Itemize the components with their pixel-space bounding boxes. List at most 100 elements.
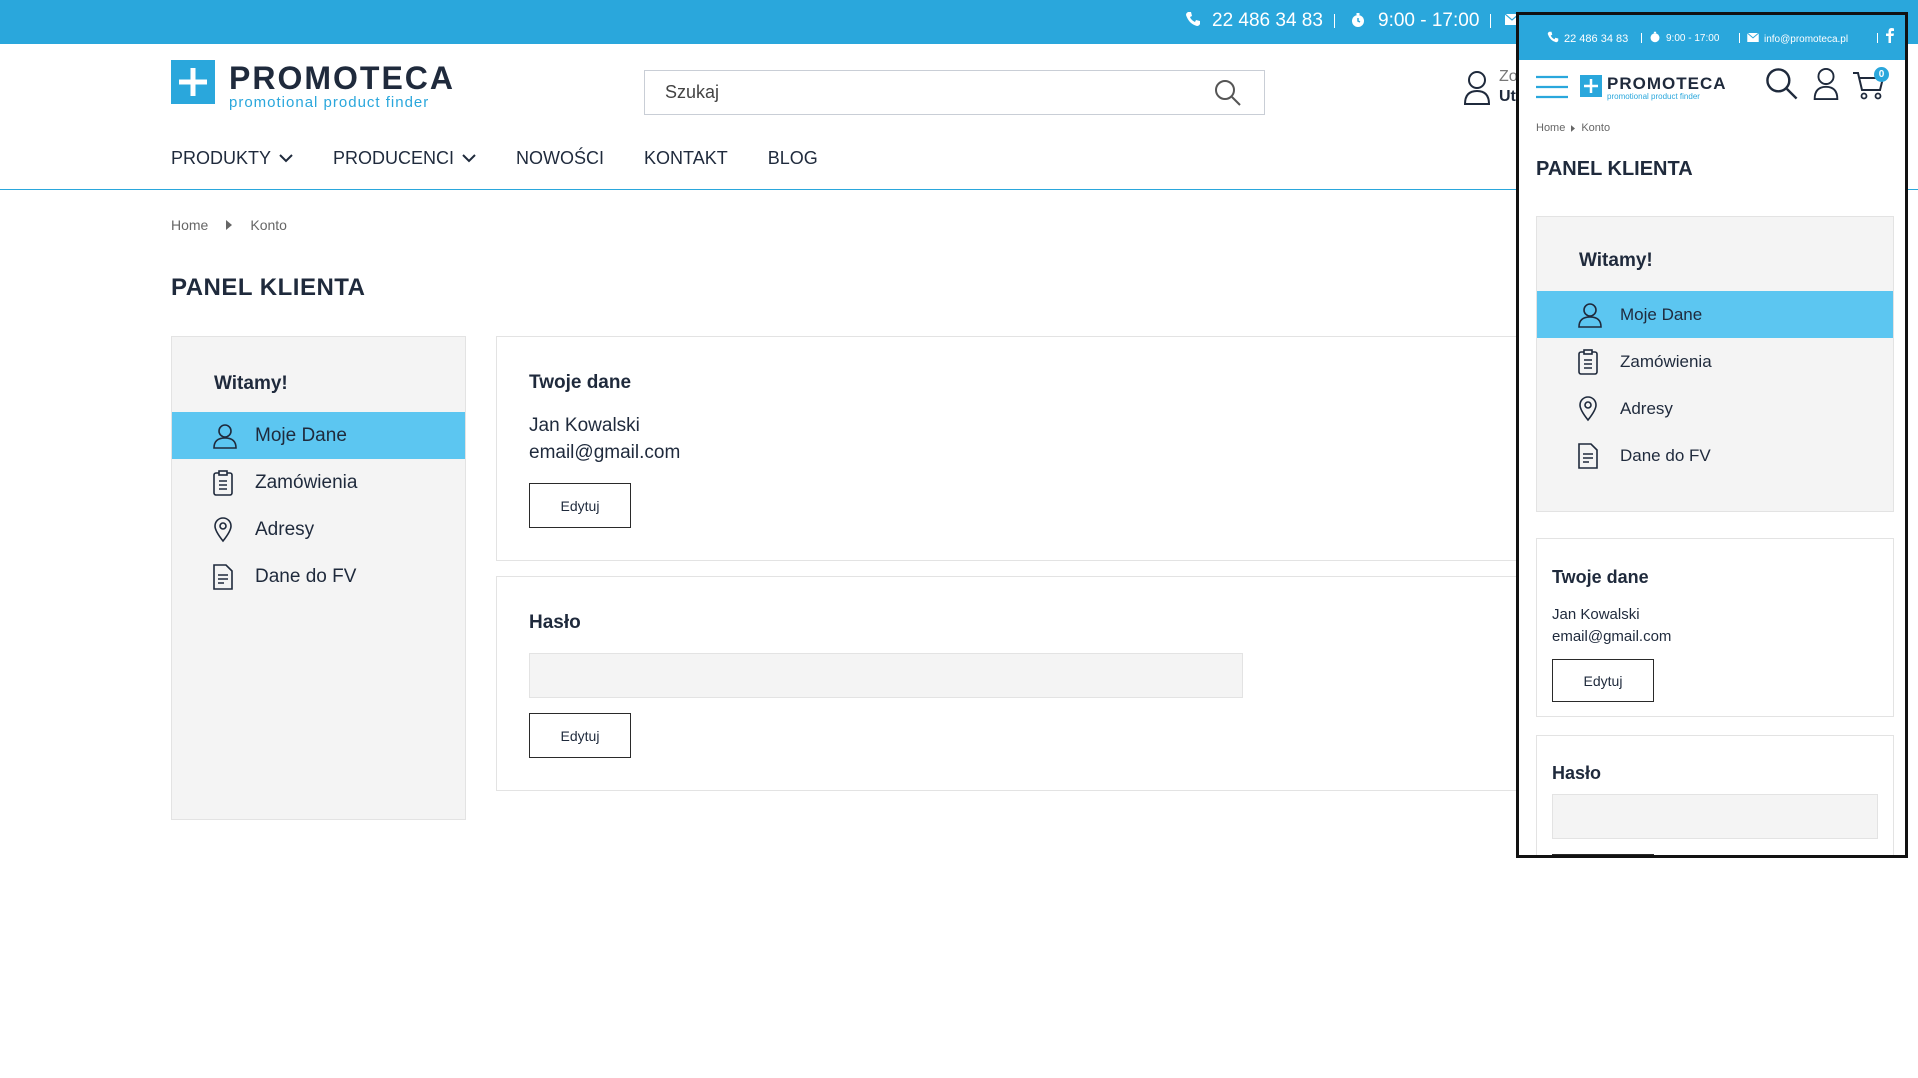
mobile-preview: 22 486 34 83 9:00 - 17:00 info@promoteca… (1516, 12, 1908, 858)
sidebar-item-label: Adresy (1620, 398, 1673, 418)
divider (1334, 14, 1335, 28)
topbar-hours: 9:00 - 17:00 (1378, 10, 1480, 31)
sidebar-item-dane-do-fv[interactable]: Dane do FV (1537, 432, 1893, 479)
sidebar-item-adresy[interactable]: Adresy (1537, 385, 1893, 432)
invoice-icon (213, 563, 241, 590)
sidebar-item-dane-do-fv[interactable]: Dane do FV (172, 553, 465, 600)
logo-wordmark[interactable]: PROMOTECA (229, 60, 455, 97)
mobile-email[interactable]: info@promoteca.pl (1764, 34, 1848, 45)
breadcrumb-home[interactable]: Home (171, 217, 208, 233)
search-box (644, 70, 1265, 115)
account-sublabel[interactable]: Ut (1499, 88, 1516, 106)
map-pin-icon (1578, 395, 1606, 422)
sidebar-item-label: Dane do FV (255, 565, 357, 587)
edit-details-button[interactable]: Edytuj (529, 483, 631, 528)
logo-mark[interactable] (171, 60, 215, 104)
user-icon (1578, 302, 1606, 328)
edit-password-button[interactable]: Edytuj (529, 713, 631, 758)
password-card: Hasło Edytuj (496, 576, 1521, 791)
sidebar-item-label: Zamówienia (255, 471, 358, 493)
mobile-phone[interactable]: 22 486 34 83 (1564, 33, 1628, 45)
nav-label: PRODUCENCI (333, 148, 455, 168)
nav-label: KONTAKT (644, 148, 728, 168)
details-title: Twoje dane (1552, 567, 1649, 587)
search-icon[interactable] (1214, 79, 1242, 107)
nav-producenci[interactable]: PRODUCENCI (333, 148, 476, 169)
password-title: Hasło (1552, 763, 1602, 783)
customer-email: email@gmail.com (529, 442, 681, 463)
breadcrumb: Home Konto (171, 217, 287, 233)
sidebar-item-moje-dane[interactable]: Moje Dane (1537, 291, 1893, 338)
account-sidebar: Witamy! Moje Dane Zamówienia Adresy Dane… (171, 336, 466, 820)
logo-mark[interactable] (1580, 75, 1602, 97)
hamburger-menu-icon[interactable] (1536, 75, 1568, 99)
mobile-top-bar: 22 486 34 83 9:00 - 17:00 info@promoteca… (1519, 15, 1905, 60)
divider (1490, 14, 1491, 28)
search-icon[interactable] (1765, 67, 1799, 101)
sidebar-item-zamowienia[interactable]: Zamówienia (1537, 338, 1893, 385)
topbar-phone[interactable]: 22 486 34 83 (1212, 10, 1323, 32)
logo-tagline: promotional product finder (1607, 92, 1700, 101)
breadcrumb-current: Konto (1581, 122, 1611, 134)
password-field[interactable] (1552, 794, 1878, 839)
password-card: Hasło Edytuj (1536, 735, 1894, 855)
sidebar-item-label: Moje Dane (255, 424, 347, 446)
chevron-down-icon (279, 154, 293, 163)
password-title: Hasło (529, 612, 581, 633)
page-title: PANEL KLIENTA (171, 274, 366, 301)
welcome-heading: Witamy! (214, 373, 288, 394)
facebook-icon[interactable] (1886, 28, 1894, 43)
account-label[interactable]: Zo (1499, 68, 1518, 86)
sidebar-item-adresy[interactable]: Adresy (172, 506, 465, 553)
search-input[interactable] (665, 82, 1185, 103)
sidebar-item-label: Zamówienia (1620, 351, 1712, 371)
customer-email: email@gmail.com (1552, 628, 1672, 645)
edit-password-button[interactable]: Edytuj (1552, 854, 1654, 855)
phone-icon (1185, 11, 1201, 27)
nav-kontakt[interactable]: KONTAKT (644, 148, 728, 169)
details-card: Twoje dane Jan Kowalski email@gmail.com … (1536, 538, 1894, 717)
divider (1739, 33, 1740, 43)
phone-icon (1547, 31, 1559, 43)
customer-name: Jan Kowalski (1552, 606, 1640, 623)
page-title: PANEL KLIENTA (1536, 158, 1693, 180)
logo-tagline: promotional product finder (229, 94, 430, 111)
breadcrumb-home[interactable]: Home (1536, 122, 1565, 134)
chevron-down-icon (462, 154, 476, 163)
nav-nowosci[interactable]: NOWOŚCI (516, 148, 604, 169)
logo-wordmark[interactable]: PROMOTECA (1607, 74, 1727, 94)
password-field[interactable] (529, 653, 1243, 698)
caret-right-icon (226, 220, 233, 230)
edit-details-button[interactable]: Edytuj (1552, 659, 1654, 702)
details-card: Twoje dane Jan Kowalski email@gmail.com … (496, 336, 1521, 561)
divider (1877, 33, 1878, 43)
nav-label: NOWOŚCI (516, 148, 605, 168)
nav-label: BLOG (767, 148, 818, 168)
caret-right-icon (1571, 124, 1576, 132)
clock-icon (1649, 31, 1661, 43)
sidebar-item-moje-dane[interactable]: Moje Dane (172, 412, 465, 459)
divider (1641, 33, 1642, 43)
account-sidebar: Witamy! Moje Dane Zamówienia Adresy Dane… (1536, 216, 1894, 512)
nav-blog[interactable]: BLOG (768, 148, 818, 169)
sidebar-item-label: Adresy (255, 518, 315, 540)
user-icon[interactable] (1463, 70, 1491, 106)
details-title: Twoje dane (529, 372, 632, 393)
user-icon[interactable] (1812, 67, 1840, 101)
nav-produkty[interactable]: PRODUKTY (171, 148, 293, 169)
breadcrumb: Home Konto (1536, 122, 1610, 134)
invoice-icon (1578, 442, 1606, 469)
clipboard-icon (213, 469, 241, 496)
main-nav: PRODUKTY PRODUCENCI NOWOŚCI KONTAKT BLOG (171, 148, 858, 169)
sidebar-item-label: Moje Dane (1620, 304, 1703, 324)
customer-name: Jan Kowalski (529, 415, 640, 436)
cart-count-badge: 0 (1874, 67, 1889, 82)
sidebar-item-zamowienia[interactable]: Zamówienia (172, 459, 465, 506)
clipboard-icon (1578, 348, 1606, 375)
sidebar-item-label: Dane do FV (1620, 445, 1711, 465)
map-pin-icon (213, 516, 241, 543)
user-icon (213, 423, 241, 449)
mobile-hours: 9:00 - 17:00 (1666, 33, 1720, 44)
clock-icon (1350, 12, 1366, 28)
nav-label: PRODUKTY (171, 148, 272, 168)
